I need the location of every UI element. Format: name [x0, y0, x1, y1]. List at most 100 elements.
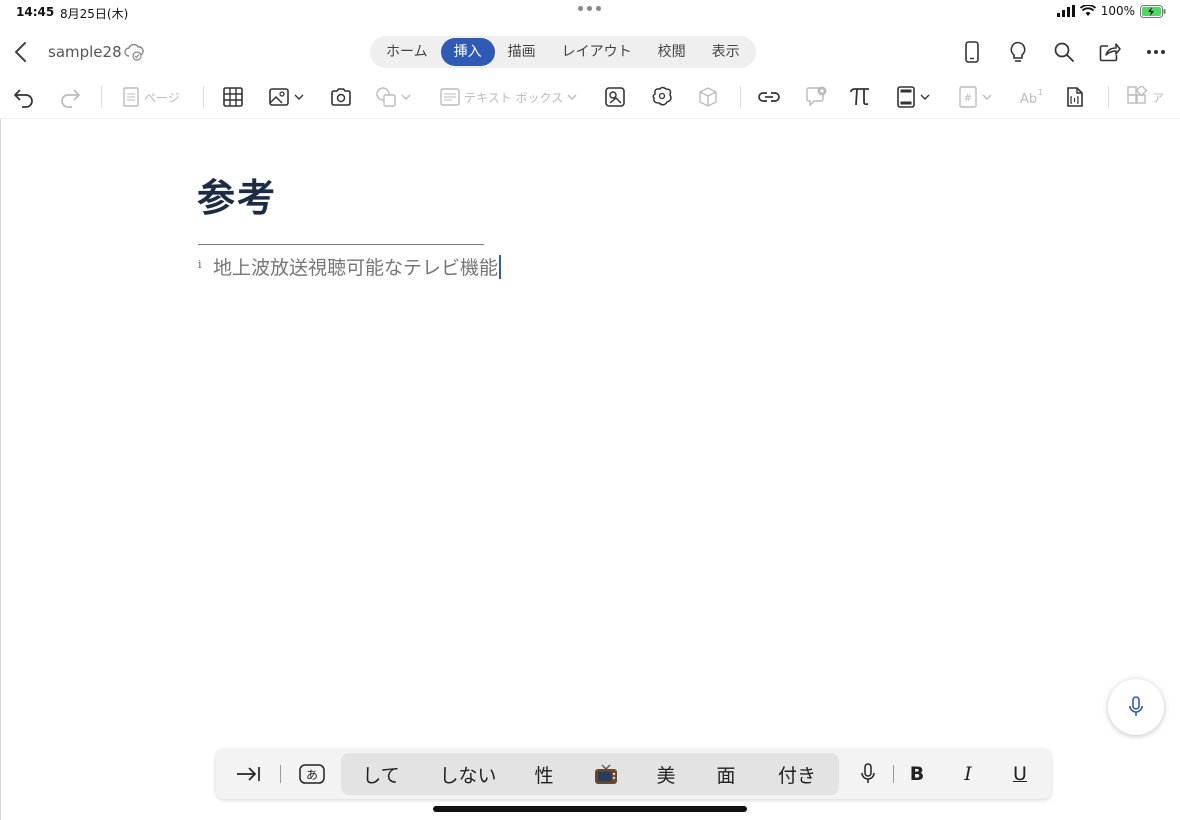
ribbon-tabs: ホーム 挿入 描画 レイアウト 校閲 表示	[370, 36, 756, 68]
new-comment-icon	[806, 86, 827, 107]
bold-button[interactable]: B	[904, 749, 930, 799]
document-name[interactable]: sample28	[48, 43, 122, 61]
document-heading[interactable]: 参考	[197, 167, 277, 222]
status-bar: 14:45 8月25日(木) 100%	[0, 0, 1180, 24]
suggestion-item[interactable]: 面	[706, 749, 746, 799]
redo-button[interactable]	[58, 84, 82, 110]
multitasking-dots-icon[interactable]	[578, 6, 601, 11]
chevron-down-icon	[567, 94, 577, 100]
text-cursor	[499, 255, 502, 279]
tab-draw[interactable]: 描画	[495, 38, 549, 66]
wifi-icon	[1079, 5, 1096, 16]
picture-button[interactable]	[268, 84, 304, 110]
undo-button[interactable]	[12, 84, 36, 110]
camera-icon	[331, 88, 351, 106]
table-button[interactable]	[222, 84, 244, 110]
redo-icon	[61, 89, 80, 108]
kana-input-icon: あ	[299, 764, 325, 784]
app-header: sample28 ホーム 挿入 描画 レイアウト 校閲 表示	[0, 30, 1180, 74]
chevron-left-icon	[15, 42, 26, 62]
status-time: 14:45	[16, 5, 55, 19]
suggestion-item[interactable]: 美	[646, 749, 686, 799]
keyboard-dictation-button[interactable]	[854, 749, 882, 799]
footnote-text[interactable]: 地上波放送視聴可能なテレビ機能	[213, 253, 502, 280]
page-number-icon: #	[959, 86, 977, 108]
footnote-marker: i	[198, 258, 202, 271]
microphone-icon	[1129, 696, 1143, 716]
chevron-down-icon	[982, 94, 992, 100]
footnote-separator	[198, 244, 484, 245]
footnote-icon: Ab 1	[1020, 88, 1043, 107]
suggestion-item[interactable]: して	[351, 749, 411, 799]
svg-text:#: #	[964, 93, 972, 104]
page-button[interactable]: ページ	[122, 84, 180, 110]
comment-button[interactable]	[804, 84, 828, 110]
page-number-button[interactable]: #	[958, 84, 992, 110]
italic-button[interactable]: I	[955, 749, 981, 799]
tab-view[interactable]: 表示	[699, 38, 753, 66]
textbox-button[interactable]: テキスト ボックス	[440, 84, 577, 110]
textbox-button-label: テキスト ボックス	[464, 90, 564, 105]
footnote-button[interactable]: Ab 1	[1018, 84, 1044, 110]
shapes-icon	[376, 87, 396, 107]
textbox-icon	[440, 88, 460, 106]
pi-icon	[850, 88, 869, 106]
back-button[interactable]	[10, 40, 32, 64]
tab-review[interactable]: 校閲	[645, 38, 699, 66]
tab-insert[interactable]: 挿入	[440, 38, 495, 66]
header-footer-button[interactable]	[896, 84, 930, 110]
search-button[interactable]	[1052, 40, 1076, 64]
chevron-down-icon	[401, 94, 411, 100]
endnote-button[interactable]	[1064, 84, 1086, 110]
autosave-cloud-icon[interactable]	[124, 43, 144, 61]
battery-percent: 100%	[1100, 4, 1135, 18]
add-ins-icon	[1127, 86, 1148, 104]
tab-layout[interactable]: レイアウト	[549, 38, 645, 66]
link-button[interactable]	[757, 84, 781, 110]
tab-key-button[interactable]	[230, 749, 266, 799]
search-icon	[1054, 42, 1074, 62]
home-indicator[interactable]	[433, 806, 747, 812]
undo-icon	[14, 89, 33, 108]
dictate-button[interactable]	[1108, 679, 1164, 735]
sticker-icon	[652, 86, 672, 106]
suggestion-item[interactable]: 性	[524, 749, 564, 799]
insert-document-icon	[1067, 87, 1083, 107]
cube-button[interactable]	[697, 84, 719, 110]
shapes-button[interactable]	[375, 84, 411, 110]
chevron-down-icon	[920, 94, 930, 100]
microphone-icon	[861, 763, 875, 783]
camera-button[interactable]	[330, 84, 352, 110]
television-emoji-icon	[595, 764, 617, 784]
header-footer-icon	[897, 86, 915, 108]
underline-button[interactable]: U	[1007, 749, 1033, 799]
suggestion-item[interactable]: しない	[428, 749, 508, 799]
icons-button[interactable]	[604, 84, 626, 110]
document-canvas[interactable]: 参考 i 地上波放送視聴可能なテレビ機能	[0, 118, 1180, 820]
chevron-down-icon	[294, 94, 304, 100]
share-button[interactable]	[1098, 40, 1122, 64]
status-date: 8月25日(木)	[60, 7, 129, 21]
keyboard-shortcut-bar: あ して しない 性 美 面 付き B I U	[216, 749, 1051, 799]
input-mode-button[interactable]: あ	[296, 749, 328, 799]
svg-text:Ab: Ab	[1020, 92, 1037, 107]
suggestion-item-tv-emoji[interactable]	[586, 749, 626, 799]
svg-text:あ: あ	[306, 768, 318, 782]
suggestion-item[interactable]: 付き	[769, 749, 825, 799]
mobile-view-button[interactable]	[960, 40, 984, 64]
link-icon	[758, 92, 780, 102]
image-icon	[269, 88, 289, 106]
tab-home[interactable]: ホーム	[373, 38, 441, 66]
add-ins-label: ア	[1152, 90, 1165, 105]
ellipsis-icon	[1147, 50, 1165, 54]
share-icon	[1099, 43, 1121, 62]
add-ins-button[interactable]: ア	[1126, 84, 1164, 110]
cellular-signal-icon	[1056, 5, 1075, 17]
3d-models-button[interactable]	[650, 84, 674, 110]
tab-arrow-icon	[237, 767, 260, 781]
ideas-button[interactable]	[1006, 40, 1030, 64]
more-options-button[interactable]	[1144, 40, 1168, 64]
page-icon	[123, 87, 139, 107]
equation-button[interactable]	[849, 84, 871, 110]
lightbulb-icon	[1010, 41, 1026, 62]
